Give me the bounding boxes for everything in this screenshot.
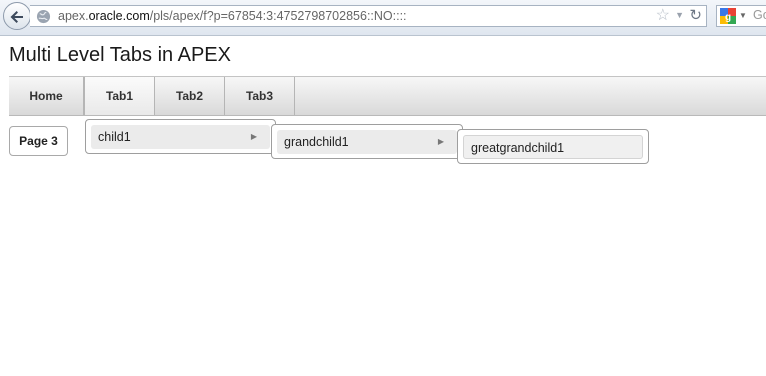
tab-tab2[interactable]: Tab2 (155, 77, 225, 115)
tab-tab1[interactable]: Tab1 (84, 77, 155, 115)
menu-item-label: grandchild1 (284, 135, 349, 149)
back-arrow-icon (10, 11, 23, 23)
page-title: Multi Level Tabs in APEX (9, 44, 231, 66)
dropdown-menu-level2: grandchild1 ▶ (271, 124, 463, 159)
menu-item-label: child1 (98, 130, 131, 144)
dropdown-arrow-icon[interactable]: ▼ (675, 10, 684, 20)
svg-text:g: g (725, 12, 731, 23)
menu-item-child1[interactable]: child1 ▶ (91, 125, 270, 149)
dropdown-menu-level3: greatgrandchild1 (457, 129, 649, 164)
tab-bar: Home Tab1 Tab2 Tab3 (9, 76, 766, 116)
address-bar[interactable]: apex.oracle.com/pls/apex/f?p=67854:3:475… (30, 5, 707, 27)
search-engine-dropdown-icon[interactable]: ▼ (739, 11, 747, 20)
globe-icon (36, 9, 51, 24)
google-icon: g (720, 8, 736, 24)
dropdown-menu-level1: child1 ▶ (85, 119, 276, 154)
subtab-page3[interactable]: Page 3 (9, 126, 68, 156)
bookmark-star-icon[interactable]: ☆ (656, 7, 670, 25)
menu-item-label: greatgrandchild1 (471, 141, 565, 155)
menu-item-grandchild1[interactable]: grandchild1 ▶ (277, 130, 457, 154)
back-button[interactable] (3, 2, 31, 30)
browser-toolbar: apex.oracle.com/pls/apex/f?p=67854:3:475… (0, 0, 766, 36)
search-box[interactable]: g ▼ Go (716, 5, 766, 27)
reload-icon[interactable]: ↻ (689, 7, 702, 25)
search-placeholder: Go (753, 8, 766, 22)
submenu-arrow-icon: ▶ (437, 137, 444, 146)
url-text: apex.oracle.com/pls/apex/f?p=67854:3:475… (58, 9, 407, 23)
submenu-arrow-icon: ▶ (250, 132, 257, 141)
tab-home[interactable]: Home (9, 77, 84, 115)
tab-tab3[interactable]: Tab3 (225, 77, 295, 115)
menu-item-greatgrandchild1[interactable]: greatgrandchild1 (463, 135, 643, 159)
